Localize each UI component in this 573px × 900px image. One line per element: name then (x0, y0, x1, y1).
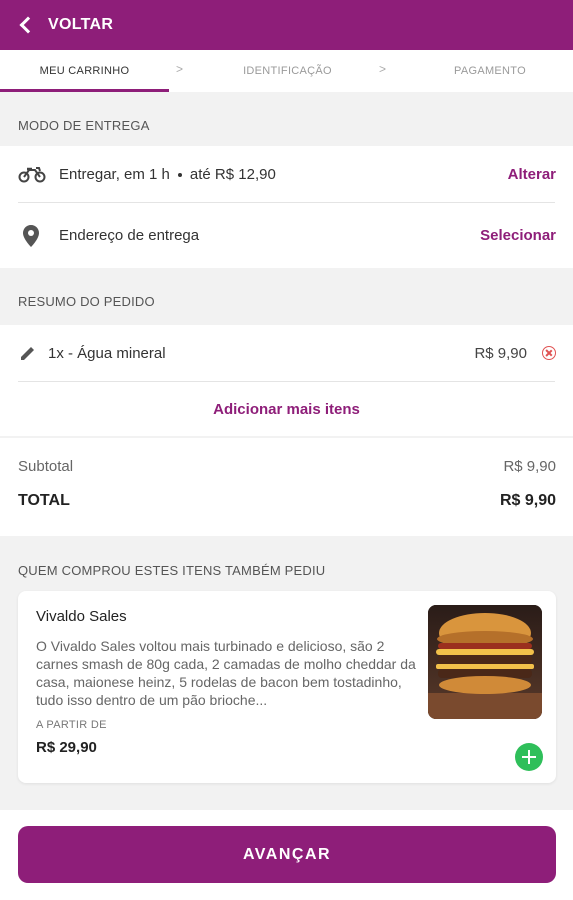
remove-item-icon[interactable] (542, 346, 556, 360)
step-payment[interactable]: PAGAMENTO (420, 50, 560, 92)
product-price: R$ 29,90 (36, 739, 97, 756)
order-section-title: RESUMO DO PEDIDO (18, 294, 155, 309)
subtotal-value: R$ 9,90 (503, 458, 556, 475)
order-item-label: 1x - Água mineral (48, 344, 166, 362)
location-pin-icon (23, 224, 39, 247)
checkout-steps: MEU CARRINHO > IDENTIFICAÇÃO > PAGAMENTO (0, 50, 573, 92)
delivery-mode-row[interactable]: Entregar, em 1 h até R$ 12,90 Alterar (0, 146, 573, 202)
product-description: O Vivaldo Sales voltou mais turbinado e … (36, 638, 416, 708)
select-address-link[interactable]: Selecionar (480, 227, 556, 244)
step-separator: > (176, 62, 184, 76)
order-item-row: 1x - Água mineral R$ 9,90 (0, 325, 573, 381)
delivery-mode-text: Entregar, em 1 h até R$ 12,90 (59, 166, 276, 183)
separator-dot (177, 172, 182, 177)
total-value: R$ 9,90 (499, 492, 556, 509)
total-label: TOTAL (18, 492, 70, 509)
delivery-time: Entregar, em 1 h (59, 165, 170, 183)
address-label: Endereço de entrega (59, 227, 200, 244)
delivery-address-row[interactable]: Endereço de entrega Selecionar (0, 203, 573, 268)
back-label: VOLTAR (48, 16, 114, 33)
delivery-fee: até R$ 12,90 (189, 165, 276, 183)
subtotal-label: Subtotal (18, 458, 74, 475)
order-item-price: R$ 9,90 (474, 344, 527, 362)
active-step-indicator (0, 89, 169, 92)
bottom-bar: AVANÇAR (0, 810, 573, 900)
add-product-button[interactable] (515, 743, 543, 771)
delivery-section-title: MODO DE ENTREGA (18, 118, 150, 133)
delivery-card: Entregar, em 1 h até R$ 12,90 Alterar End… (0, 146, 573, 268)
step-cart[interactable]: MEU CARRINHO (0, 50, 169, 92)
order-card: 1x - Água mineral R$ 9,90 Adicionar mais… (0, 325, 573, 436)
change-delivery-link[interactable]: Alterar (508, 166, 556, 183)
chevron-left-icon (19, 16, 37, 34)
step-identification[interactable]: IDENTIFICAÇÃO (215, 50, 360, 92)
back-button[interactable]: VOLTAR (18, 16, 113, 34)
add-more-items-link[interactable]: Adicionar mais itens (213, 401, 360, 418)
product-photo (428, 605, 542, 719)
price-from-label: A PARTIR DE (36, 719, 107, 731)
add-more-row: Adicionar mais itens (0, 382, 573, 436)
pencil-icon[interactable] (20, 345, 36, 361)
step-separator: > (379, 62, 387, 76)
totals-card: Subtotal R$ 9,90 TOTAL R$ 9,90 (0, 438, 573, 536)
recommendations-section-title: QUEM COMPROU ESTES ITENS TAMBÉM PEDIU (18, 563, 326, 578)
top-bar: VOLTAR (0, 0, 573, 50)
product-name: Vivaldo Sales (36, 608, 127, 625)
motorcycle-icon (18, 167, 46, 183)
advance-button[interactable]: AVANÇAR (18, 826, 556, 883)
recommended-product-card[interactable]: Vivaldo Sales O Vivaldo Sales voltou mai… (18, 591, 556, 783)
burger-image (428, 605, 542, 719)
